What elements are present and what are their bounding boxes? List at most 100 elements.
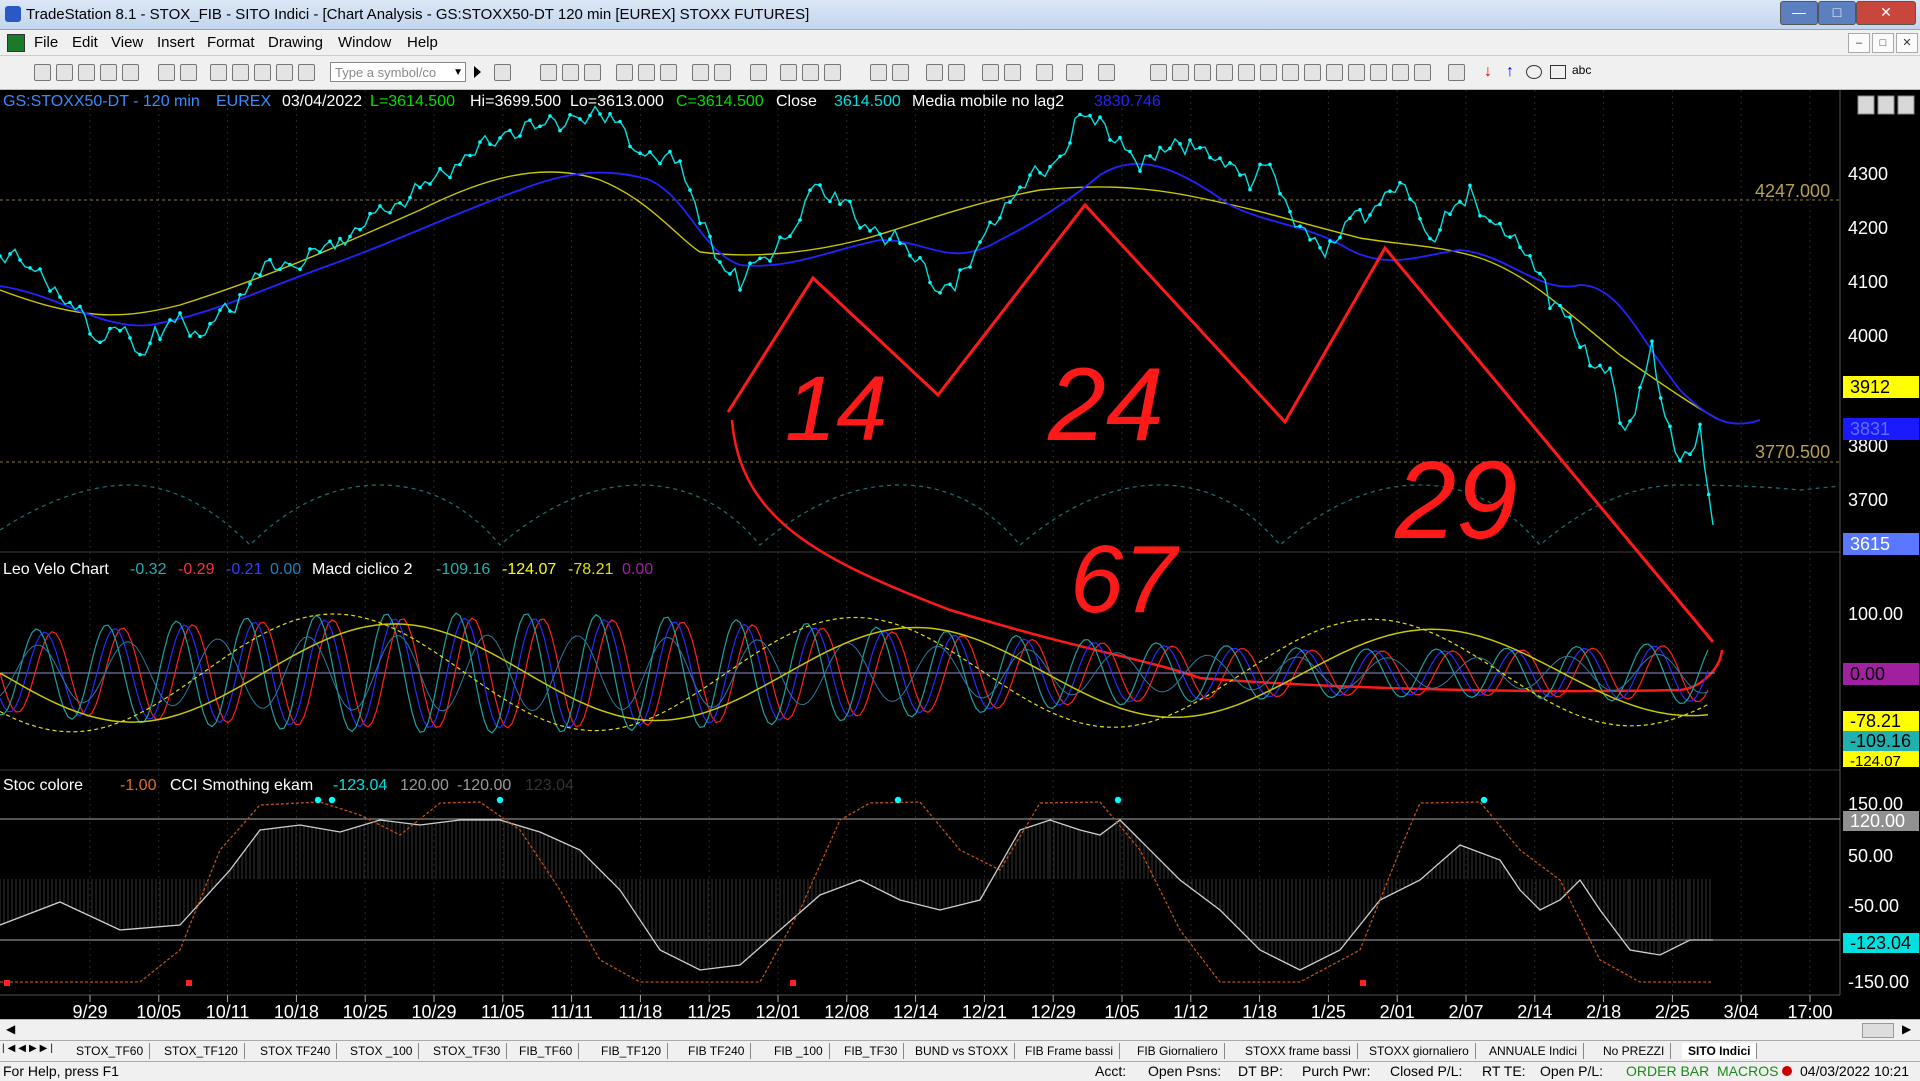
menu-help[interactable]: Help <box>407 34 438 51</box>
rectangle-icon[interactable] <box>1550 65 1566 79</box>
scanner-icon[interactable] <box>660 64 677 81</box>
menu-view[interactable]: View <box>111 34 143 51</box>
tab-stox-tf30[interactable]: STOX_TF30 <box>427 1043 508 1059</box>
tab-fib-frame-bassi[interactable]: FIB Frame bassi <box>1019 1043 1121 1059</box>
strategy-icon[interactable] <box>780 64 797 81</box>
gann-icon[interactable] <box>1260 64 1277 81</box>
menu-drawing[interactable]: Drawing <box>268 34 323 51</box>
bar-chart-icon[interactable] <box>802 64 819 81</box>
text-tool-icon[interactable]: abc <box>1572 63 1591 77</box>
tab-stox-tf240[interactable]: STOX TF240 <box>254 1043 338 1059</box>
scroll-right-icon[interactable] <box>892 64 909 81</box>
speed-lines-icon[interactable] <box>1304 64 1321 81</box>
chevron-down-icon[interactable]: ▼ <box>453 63 463 83</box>
vertical-line-icon[interactable] <box>1172 64 1189 81</box>
tab-stox-100[interactable]: STOX _100 <box>344 1043 420 1059</box>
pane-close-button[interactable] <box>1897 95 1915 115</box>
tab-no-prezzi[interactable]: No PREZZI <box>1597 1043 1672 1059</box>
indicator-icon[interactable] <box>750 64 767 81</box>
tab-bund-vs-stoxx[interactable]: BUND vs STOXX <box>909 1043 1016 1059</box>
tab-sito-indici[interactable]: SITO Indici <box>1682 1043 1758 1059</box>
play-icon[interactable] <box>474 66 481 78</box>
zoom-in-icon[interactable] <box>926 64 943 81</box>
lock-icon[interactable] <box>254 64 271 81</box>
mdi-minimize-button[interactable]: – <box>1848 33 1870 53</box>
arrow-line-icon[interactable] <box>1326 64 1343 81</box>
menu-edit[interactable]: Edit <box>72 34 98 51</box>
close-button[interactable]: ✕ <box>1856 1 1916 25</box>
link-icon[interactable] <box>276 64 293 81</box>
minimize-button[interactable]: — <box>1780 1 1818 25</box>
ellipse-icon[interactable] <box>1526 65 1542 79</box>
tab-stox-tf60[interactable]: STOX_TF60 <box>70 1043 151 1059</box>
mdi-restore-button[interactable]: □ <box>1872 33 1894 53</box>
pane-minimize-button[interactable] <box>1857 95 1875 115</box>
maximize-button[interactable]: □ <box>1818 1 1856 25</box>
save-icon[interactable] <box>78 64 95 81</box>
candle-icon[interactable] <box>824 64 841 81</box>
menu-format[interactable]: Format <box>207 34 255 51</box>
layout-icon[interactable] <box>210 64 227 81</box>
scroll-left-icon[interactable]: ◀ <box>6 1022 15 1036</box>
arrow-up-icon[interactable]: ↑ <box>1506 64 1514 80</box>
chart-window-icon[interactable] <box>540 64 557 81</box>
pointer-icon[interactable] <box>982 64 999 81</box>
arrow-down-icon[interactable]: ↓ <box>1484 64 1492 80</box>
analysis-icon[interactable] <box>1066 64 1083 81</box>
chart-window-icon[interactable] <box>7 34 25 52</box>
tab-stoxx-giornaliero[interactable]: STOXX giornaliero <box>1363 1043 1476 1059</box>
tab-fib-giornaliero[interactable]: FIB Giornaliero <box>1131 1043 1225 1059</box>
status-macros[interactable]: MACROS <box>1717 1063 1778 1079</box>
arc-icon[interactable] <box>1392 64 1409 81</box>
tab-fib-tf30[interactable]: FIB_TF30 <box>838 1043 905 1059</box>
copy-icon[interactable] <box>100 64 117 81</box>
tab-fib-tf60[interactable]: FIB_TF60 <box>513 1043 580 1059</box>
trendline-icon[interactable] <box>1150 64 1167 81</box>
chart-analysis-window[interactable]: 14 24 29 67 GS:STOXX50-DT - 120 min EURE… <box>0 90 1920 1020</box>
symbol-lookup-icon[interactable] <box>494 64 511 81</box>
tab-fib-tf240[interactable]: FIB TF240 <box>682 1043 752 1059</box>
tab-stoxx-frame-bassi[interactable]: STOXX frame bassi <box>1239 1043 1358 1059</box>
zoom-out-icon[interactable] <box>948 64 965 81</box>
status-order-bar[interactable]: ORDER BAR <box>1626 1063 1709 1079</box>
symbol-input[interactable]: Type a symbol/co ▼ <box>330 62 466 82</box>
chart-canvas[interactable]: 14 24 29 67 GS:STOXX50-DT - 120 min EURE… <box>0 90 1920 1020</box>
tradebar-icon[interactable] <box>692 64 709 81</box>
print-icon[interactable] <box>158 64 175 81</box>
channel-icon[interactable] <box>1238 64 1255 81</box>
regression-icon[interactable] <box>1348 64 1365 81</box>
fib-icon[interactable] <box>1216 64 1233 81</box>
tools-icon[interactable] <box>1036 64 1053 81</box>
open-icon[interactable] <box>56 64 73 81</box>
pane-restore-button[interactable] <box>1877 95 1895 115</box>
scroll-left-icon[interactable] <box>870 64 887 81</box>
mdi-close-button[interactable]: ✕ <box>1896 33 1918 53</box>
cycle-icon[interactable] <box>1370 64 1387 81</box>
tab-fib-tf120[interactable]: FIB_TF120 <box>595 1043 669 1059</box>
horizontal-scrollbar[interactable]: ◀ ▶ <box>0 1019 1920 1040</box>
radar-icon[interactable] <box>562 64 579 81</box>
tab-stox-tf120[interactable]: STOX_TF120 <box>158 1043 245 1059</box>
tab-nav-icons[interactable]: |◀◀▶▶| <box>2 1043 56 1054</box>
matrix-icon[interactable] <box>584 64 601 81</box>
print-preview-icon[interactable] <box>180 64 197 81</box>
menu-file[interactable]: File <box>34 34 58 51</box>
folder-icon[interactable] <box>122 64 139 81</box>
data-window-icon[interactable] <box>1004 64 1021 81</box>
tab-fib-100[interactable]: FIB _100 <box>768 1043 830 1059</box>
new-icon[interactable] <box>34 64 51 81</box>
menu-insert[interactable]: Insert <box>157 34 195 51</box>
curve-icon[interactable] <box>1448 64 1465 81</box>
order-icon[interactable] <box>714 64 731 81</box>
pencil-icon[interactable] <box>1414 64 1431 81</box>
workspace-icon[interactable] <box>232 64 249 81</box>
news-icon[interactable] <box>616 64 633 81</box>
scroll-thumb[interactable] <box>1862 1023 1894 1038</box>
tab-annuale-indici[interactable]: ANNUALE Indici <box>1483 1043 1585 1059</box>
horizontal-line-icon[interactable] <box>1194 64 1211 81</box>
hand-icon[interactable] <box>1098 64 1115 81</box>
menu-window[interactable]: Window <box>338 34 391 51</box>
scroll-right-icon[interactable]: ▶ <box>1902 1022 1911 1036</box>
options-icon[interactable] <box>638 64 655 81</box>
andrews-icon[interactable] <box>1282 64 1299 81</box>
